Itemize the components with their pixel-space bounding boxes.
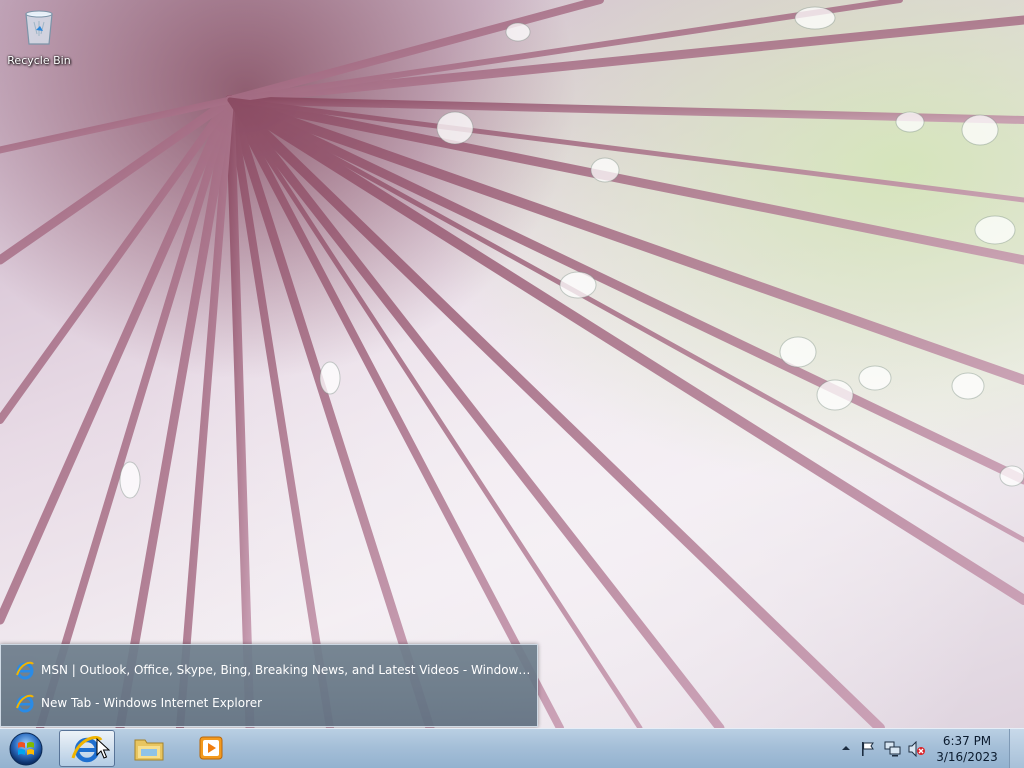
ie-window-list-popup: MSN | Outlook, Office, Skype, Bing, Brea… — [0, 644, 538, 727]
clock-time: 6:37 PM — [942, 734, 992, 748]
taskbar-windows-explorer-button[interactable] — [122, 730, 178, 767]
network-icon[interactable] — [884, 741, 902, 757]
system-clock[interactable]: 6:37 PM 3/16/2023 — [934, 733, 1000, 765]
ie-window-item-label: MSN | Outlook, Office, Skype, Bing, Brea… — [41, 663, 533, 677]
recycle-bin-icon — [25, 10, 53, 45]
ie-window-item-label: New Tab - Windows Internet Explorer — [41, 696, 263, 710]
show-hidden-icons-arrow[interactable] — [840, 741, 852, 755]
notification-area: 6:37 PM 3/16/2023 — [834, 729, 1024, 768]
action-center-flag-icon[interactable] — [860, 741, 876, 757]
start-button[interactable] — [6, 731, 46, 767]
ie-window-item-msn[interactable]: MSN | Outlook, Office, Skype, Bing, Brea… — [15, 657, 533, 683]
taskbar: 6:37 PM 3/16/2023 — [0, 728, 1024, 768]
show-desktop-button[interactable] — [1009, 729, 1024, 768]
taskbar-media-player-button[interactable] — [184, 730, 240, 767]
clock-date: 3/16/2023 — [936, 750, 998, 764]
media-player-icon — [199, 736, 223, 760]
windows-start-orb-icon — [9, 732, 43, 766]
recycle-bin-label: Recycle Bin — [7, 54, 71, 67]
recycle-bin-shortcut[interactable]: Recycle Bin — [4, 6, 74, 76]
wallpaper — [0, 0, 1024, 728]
folder-icon — [134, 739, 164, 761]
volume-muted-icon[interactable] — [908, 741, 926, 757]
internet-explorer-icon — [16, 694, 34, 713]
internet-explorer-icon — [16, 661, 34, 680]
mouse-cursor-icon — [96, 738, 110, 759]
desktop[interactable]: Recycle Bin MSN | Outlook, Office, Skype… — [0, 0, 1024, 768]
ie-window-item-new-tab[interactable]: New Tab - Windows Internet Explorer — [15, 690, 533, 716]
